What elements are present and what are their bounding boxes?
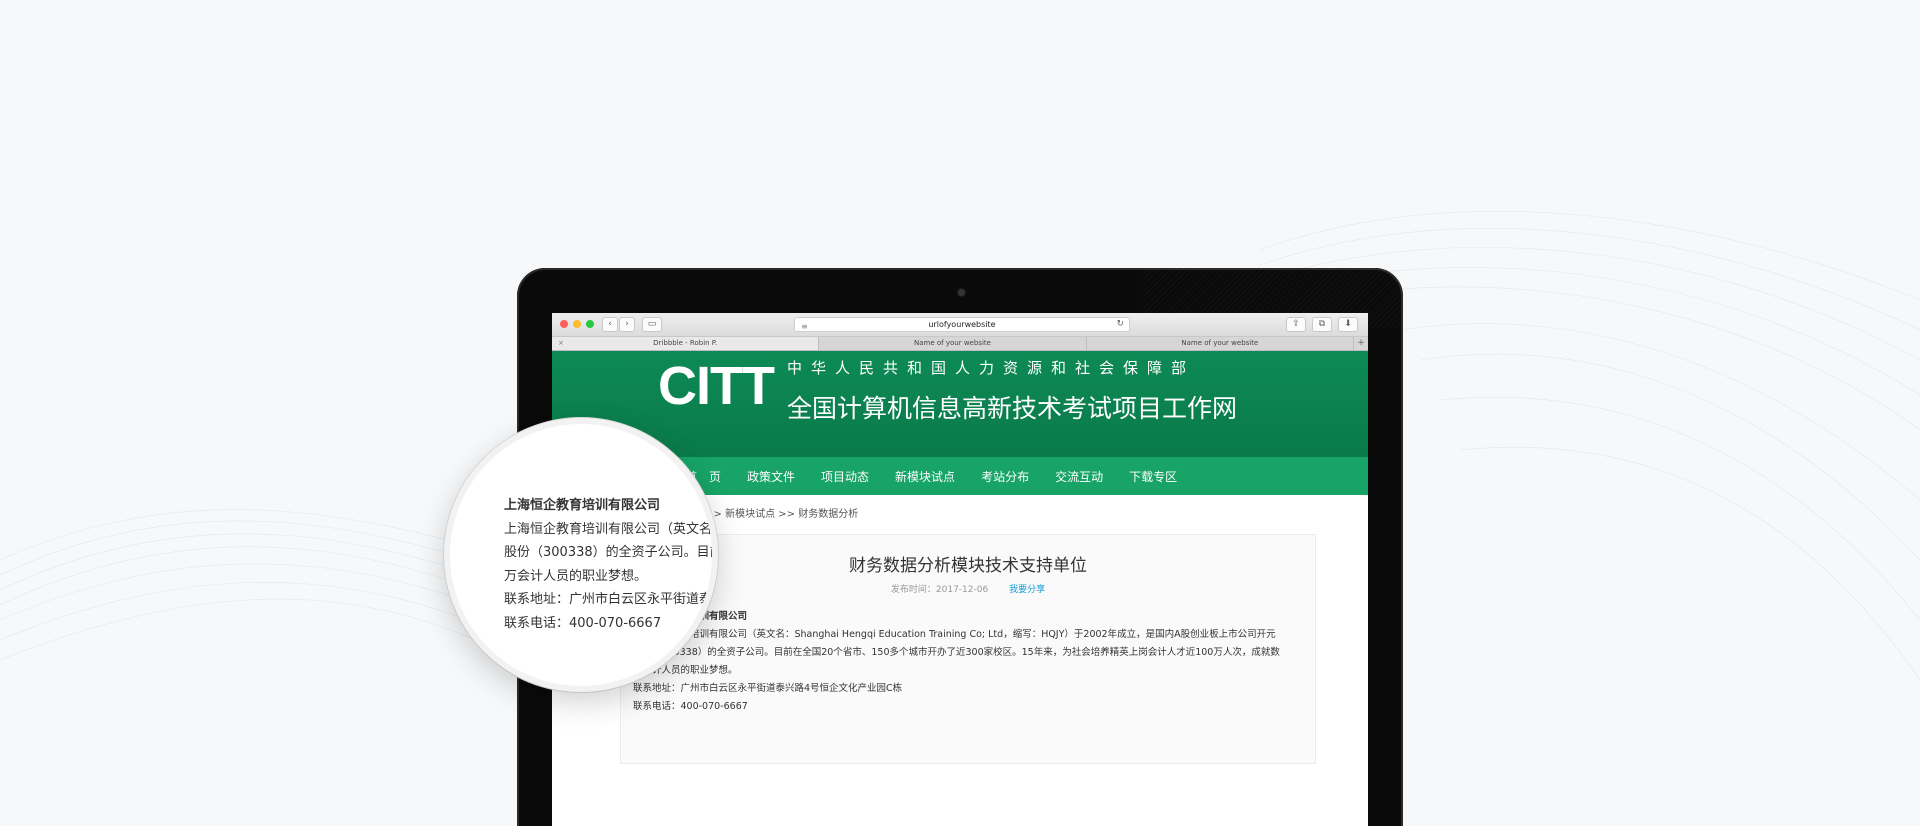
tab-label: Name of your website — [914, 339, 991, 347]
window-controls — [560, 320, 594, 328]
magnified-company: 上海恒企教育培训有限公司 — [504, 498, 661, 513]
company-name: 上海恒企教育培训有限公司 — [633, 608, 1303, 626]
close-tab-icon[interactable]: × — [558, 337, 564, 350]
article-card: 财务数据分析模块技术支持单位 发布时间：2017-12-06 我要分享 上海恒企… — [620, 534, 1316, 764]
share-link[interactable]: 我要分享 — [1009, 585, 1045, 595]
address-bar[interactable]: ≡ urlofyourwebsite ↻ — [794, 317, 1130, 332]
webcam — [958, 289, 965, 296]
chevron-left-icon: ‹ — [608, 319, 612, 329]
url-text: urlofyourwebsite — [928, 320, 996, 329]
tabs-overview-button[interactable]: ⧉ — [1312, 317, 1332, 332]
body-line: 股份（300338）的全资子公司。目前在全国20个省市、150多个城市开办了近3… — [633, 647, 1280, 658]
header-title: 全国计算机信息高新技术考试项目工作网 — [787, 394, 1238, 423]
tab-bar: × Dribbble - Robin P. Name of your websi… — [552, 337, 1368, 351]
nav-item-downloads[interactable]: 下载专区 — [1116, 468, 1190, 485]
tab-1[interactable]: Name of your website — [819, 337, 1087, 350]
share-button[interactable]: ⇪ — [1286, 317, 1306, 332]
new-tab-button[interactable]: + — [1354, 337, 1368, 350]
magnified-text: 上海恒企教育培训有限公司 上海恒企教育培训有限公司（英文名 股份（300338）… — [504, 494, 718, 635]
nav-item-interaction[interactable]: 交流互动 — [1042, 468, 1116, 485]
reload-icon[interactable]: ↻ — [1116, 318, 1124, 331]
magnified-line: 股份（300338）的全资子公司。目前 — [504, 545, 718, 560]
magnified-address: 联系地址：广州市白云区永平街道泰 — [504, 592, 713, 607]
chevron-right-icon: › — [625, 319, 629, 329]
magnified-line: 万会计人员的职业梦想。 — [504, 568, 648, 584]
minimize-window-button[interactable] — [573, 320, 581, 328]
magnified-phone: 联系电话：400-070-6667 — [504, 615, 662, 631]
site-logo[interactable]: CITT — [658, 355, 775, 417]
reader-icon: ≡ — [801, 322, 808, 331]
zoom-window-button[interactable] — [586, 320, 594, 328]
tab-2[interactable]: Name of your website — [1087, 337, 1354, 350]
nav-item-news[interactable]: 项目动态 — [808, 468, 882, 485]
tab-label: Dribbble - Robin P. — [653, 339, 718, 347]
close-window-button[interactable] — [560, 320, 568, 328]
tab-label: Name of your website — [1181, 339, 1259, 347]
article-body: 上海恒企教育培训有限公司 上海恒企教育培训有限公司（英文名：Shanghai H… — [633, 608, 1303, 716]
body-line: 万会计人员的职业梦想。 — [633, 665, 738, 676]
site-header: CITT 中华人民共和国人力资源和社会保障部 全国计算机信息高新技术考试项目工作… — [552, 351, 1368, 457]
article-title: 财务数据分析模块技术支持单位 — [849, 556, 1087, 576]
header-subtitle: 中华人民共和国人力资源和社会保障部 — [787, 359, 1196, 377]
tab-0[interactable]: × Dribbble - Robin P. — [552, 337, 820, 350]
tabs-icon: ⧉ — [1318, 319, 1326, 329]
magnified-line: 上海恒企教育培训有限公司（英文名 — [504, 521, 713, 537]
nav-item-new-modules[interactable]: 新模块试点 — [882, 468, 968, 485]
magnifier-lens: 上海恒企教育培训有限公司 上海恒企教育培训有限公司（英文名 股份（300338）… — [444, 418, 718, 692]
contact-phone: 联系电话：400-070-6667 — [633, 701, 748, 712]
downloads-button[interactable]: ⬇ — [1338, 317, 1358, 332]
article-meta: 发布时间：2017-12-06 我要分享 — [621, 582, 1315, 595]
download-icon: ⬇ — [1344, 319, 1352, 329]
sidebar-icon: ▭ — [647, 319, 657, 329]
body-line: 上海恒企教育培训有限公司（英文名：Shanghai Hengqi Educati… — [633, 629, 1276, 640]
forward-button[interactable]: › — [619, 317, 635, 332]
browser-toolbar: ‹ › ▭ ≡ urlofyourwebsite ↻ ⇪ ⧉ ⬇ — [552, 313, 1368, 337]
sidebar-toggle-button[interactable]: ▭ — [642, 317, 662, 332]
share-icon: ⇪ — [1292, 319, 1300, 329]
contact-address: 联系地址：广州市白云区永平街道泰兴路4号恒企文化产业园C栋 — [633, 683, 903, 694]
publish-date: 发布时间：2017-12-06 — [890, 585, 989, 595]
nav-item-policy[interactable]: 政策文件 — [734, 468, 808, 485]
nav-item-test-sites[interactable]: 考站分布 — [968, 468, 1042, 485]
back-button[interactable]: ‹ — [602, 317, 618, 332]
